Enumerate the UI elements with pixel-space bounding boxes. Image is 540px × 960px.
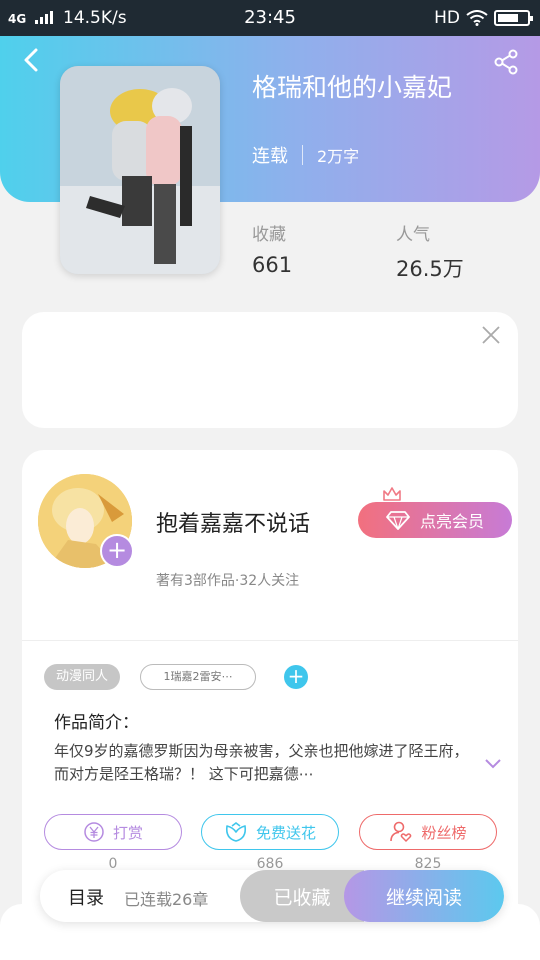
book-status: 连载 [252, 146, 288, 167]
popularity-value: 26.5万 [396, 257, 464, 281]
intro-label: 作品简介： [54, 713, 139, 733]
user-heart-icon [390, 821, 412, 843]
close-icon[interactable] [480, 324, 502, 346]
tip-label: 打赏 [112, 823, 143, 842]
intro-text: 年仅9岁的嘉德罗斯因为母亲被害，父亲也把他嫁进了陉王府，而对方是陉王格瑞？！ 这… [54, 742, 469, 783]
book-cover-image[interactable] [60, 66, 220, 274]
cover-illustration [60, 66, 220, 274]
ad-banner[interactable] [22, 312, 518, 428]
meta-divider [302, 145, 303, 165]
vip-label: 点亮会员 [419, 512, 484, 531]
author-stats: 著有3部作品·32人关注 [156, 573, 300, 589]
back-arrow-icon[interactable] [18, 46, 46, 74]
yen-coin-icon [84, 822, 104, 842]
custom-tag[interactable]: 1瑞嘉2雷安⋯ [140, 664, 256, 690]
category-tag[interactable]: 动漫同人 [44, 664, 121, 690]
book-meta: 连载 2万字 [252, 142, 359, 168]
flower-icon [225, 822, 247, 842]
bottom-action-bar: 目录 已连载26章 已收藏 继续阅读 [40, 870, 504, 922]
favorites-label: 收藏 [252, 225, 286, 245]
vip-member-button[interactable]: 点亮会员 [358, 502, 512, 538]
tip-button[interactable]: 打赏 [44, 814, 182, 850]
status-bar: 4G 14.5K/s 23:45 HD [0, 0, 540, 36]
toc-button[interactable]: 目录 [68, 884, 104, 910]
add-tag-button[interactable]: + [284, 665, 308, 689]
chevron-down-icon[interactable] [484, 758, 502, 770]
favorites-value: 661 [252, 253, 293, 277]
hd-indicator: HD [434, 8, 460, 28]
battery-icon [494, 10, 533, 26]
serialization-status[interactable]: 已连载26章 [124, 886, 208, 910]
send-flower-button[interactable]: 免费送花 [201, 814, 339, 850]
crown-icon [383, 487, 401, 501]
continue-reading-button[interactable]: 继续阅读 [344, 870, 504, 922]
share-icon[interactable] [492, 48, 520, 76]
status-right: HD [434, 8, 533, 28]
author-name[interactable]: 抱着嘉嘉不说话 [156, 506, 310, 538]
fan-ranking-button[interactable]: 粉丝榜 [359, 814, 497, 850]
fan-ranking-label: 粉丝榜 [421, 823, 467, 842]
book-word-count: 2万字 [317, 147, 360, 166]
follow-author-button[interactable]: + [100, 534, 134, 568]
book-title: 格瑞和他的小嘉妃 [252, 73, 453, 102]
popularity-label: 人气 [396, 225, 430, 245]
diamond-icon [386, 511, 410, 530]
send-flower-label: 免费送花 [255, 823, 316, 842]
section-divider [22, 640, 518, 641]
wifi-icon [466, 10, 488, 26]
